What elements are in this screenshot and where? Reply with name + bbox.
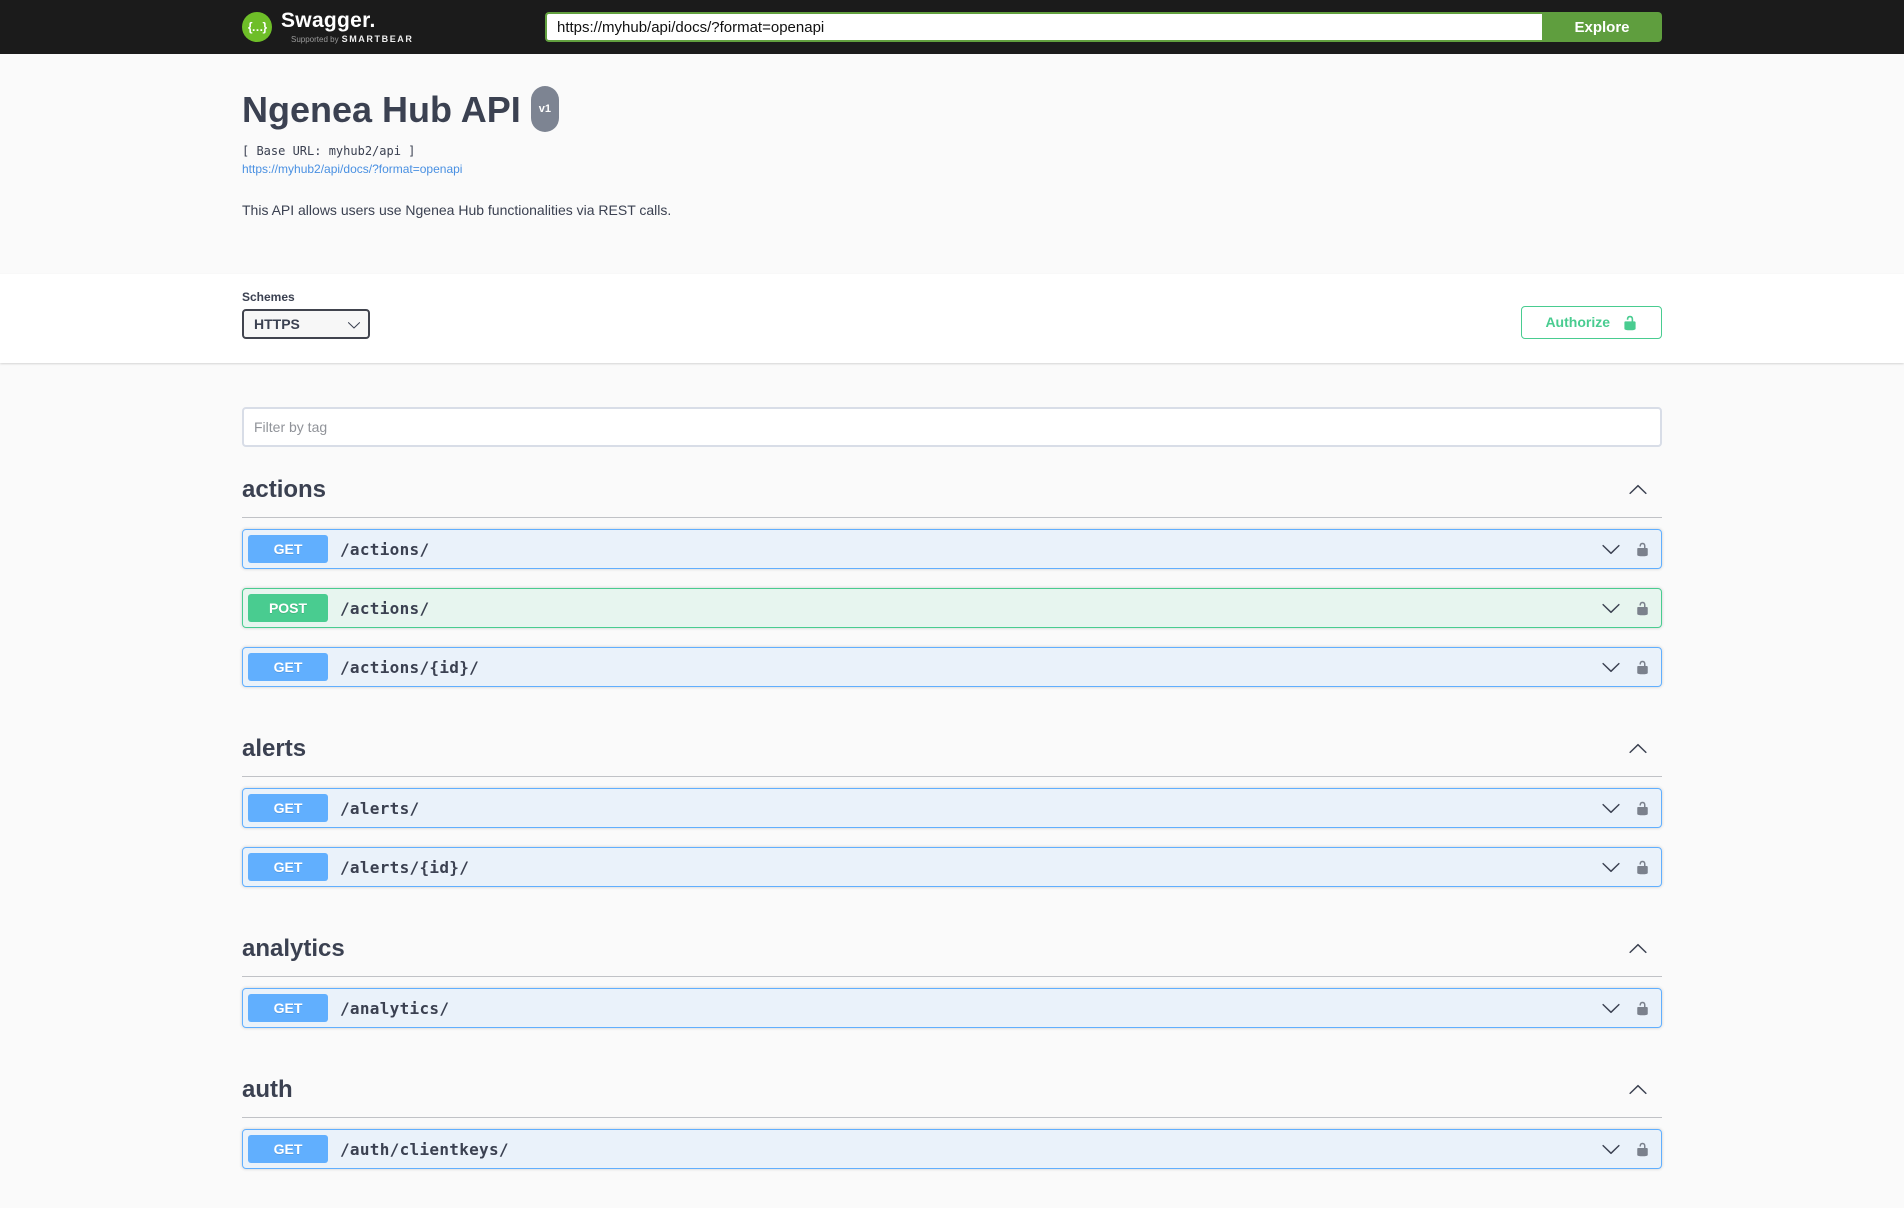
schemes-label: Schemes — [242, 290, 370, 304]
method-badge: GET — [248, 1135, 328, 1163]
chevron-down-icon[interactable] — [1601, 798, 1621, 818]
operation-list: GET /auth/clientkeys/ — [242, 1129, 1662, 1169]
chevron-up-icon[interactable] — [1628, 480, 1662, 500]
download-url-wrapper: Explore — [545, 12, 1662, 42]
version-badge: v1 — [531, 86, 559, 132]
operation-row[interactable]: GET /actions/{id}/ — [242, 647, 1662, 687]
method-badge: POST — [248, 594, 328, 622]
operation-summary[interactable]: GET /actions/ — [243, 530, 1661, 568]
lock-open-icon[interactable] — [1635, 1141, 1650, 1158]
operation-summary[interactable]: GET /analytics/ — [243, 989, 1661, 1027]
spec-link[interactable]: https://myhub2/api/docs/?format=openapi — [242, 162, 462, 176]
filter-input[interactable] — [242, 407, 1662, 447]
operation-row[interactable]: GET /analytics/ — [242, 988, 1662, 1028]
operation-path: /alerts/{id}/ — [340, 858, 469, 877]
operation-summary[interactable]: GET /alerts/ — [243, 789, 1661, 827]
operation-row[interactable]: POST /actions/ — [242, 588, 1662, 628]
tag-title: auth — [242, 1075, 293, 1105]
operation-summary[interactable]: POST /actions/ — [243, 589, 1661, 627]
chevron-down-icon[interactable] — [1601, 857, 1621, 877]
explore-button[interactable]: Explore — [1542, 12, 1662, 42]
brand-name: Swagger. — [281, 10, 414, 31]
operation-list: GET /analytics/ — [242, 988, 1662, 1028]
operation-row[interactable]: GET /auth/clientkeys/ — [242, 1129, 1662, 1169]
tag-section: actions GET /actions/ POST /actions/ — [242, 447, 1662, 687]
tag-title: actions — [242, 475, 326, 505]
chevron-up-icon[interactable] — [1628, 1080, 1662, 1100]
tag-header[interactable]: auth — [242, 1047, 1662, 1118]
chevron-up-icon[interactable] — [1628, 739, 1662, 759]
tag-header[interactable]: alerts — [242, 706, 1662, 777]
operation-list: GET /actions/ POST /actions/ — [242, 529, 1662, 687]
chevron-up-icon[interactable] — [1628, 939, 1662, 959]
unlock-icon — [1622, 315, 1638, 331]
method-badge: GET — [248, 794, 328, 822]
method-badge: GET — [248, 994, 328, 1022]
operation-summary[interactable]: GET /auth/clientkeys/ — [243, 1130, 1661, 1168]
topbar: {…} Swagger. Supported bySMARTBEAR Explo… — [0, 0, 1904, 54]
tagline-prefix: Supported by — [291, 35, 339, 44]
tag-section: auth GET /auth/clientkeys/ — [242, 1047, 1662, 1169]
operation-summary[interactable]: GET /actions/{id}/ — [243, 648, 1661, 686]
lock-open-icon[interactable] — [1635, 859, 1650, 876]
base-url: [ Base URL: myhub2/api ] — [242, 144, 1662, 158]
lock-open-icon[interactable] — [1635, 659, 1650, 676]
tagline-brand: SMARTBEAR — [342, 34, 414, 44]
chevron-down-icon[interactable] — [1601, 998, 1621, 1018]
tag-title: analytics — [242, 934, 345, 964]
operation-path: /analytics/ — [340, 999, 449, 1018]
chevron-down-icon[interactable] — [1601, 1139, 1621, 1159]
schemes-block: Schemes HTTPS — [242, 290, 370, 339]
chevron-down-icon[interactable] — [1601, 657, 1621, 677]
tag-title: alerts — [242, 734, 306, 764]
tag-header[interactable]: analytics — [242, 906, 1662, 977]
scheme-container: Schemes HTTPS Authorize — [0, 274, 1904, 363]
operation-summary[interactable]: GET /alerts/{id}/ — [243, 848, 1661, 886]
authorize-label: Authorize — [1545, 314, 1610, 331]
tag-header[interactable]: actions — [242, 447, 1662, 518]
api-title-text: Ngenea Hub API — [242, 89, 521, 130]
swagger-logo[interactable]: {…} Swagger. Supported bySMARTBEAR — [242, 10, 414, 44]
method-badge: GET — [248, 535, 328, 563]
operation-path: /actions/ — [340, 540, 429, 559]
lock-open-icon[interactable] — [1635, 1000, 1650, 1017]
operations-area: actions GET /actions/ POST /actions/ — [0, 363, 1904, 1208]
url-input[interactable] — [545, 12, 1542, 42]
chevron-down-icon[interactable] — [1601, 598, 1621, 618]
operation-path: /actions/ — [340, 599, 429, 618]
swagger-logo-icon: {…} — [242, 12, 272, 42]
authorize-button[interactable]: Authorize — [1521, 306, 1662, 339]
operation-row[interactable]: GET /actions/ — [242, 529, 1662, 569]
lock-open-icon[interactable] — [1635, 541, 1650, 558]
lock-open-icon[interactable] — [1635, 800, 1650, 817]
operation-path: /actions/{id}/ — [340, 658, 479, 677]
operation-list: GET /alerts/ GET /alerts/{id}/ — [242, 788, 1662, 887]
tag-section: analytics GET /analytics/ — [242, 906, 1662, 1028]
api-description: This API allows users use Ngenea Hub fun… — [242, 202, 1662, 218]
operation-row[interactable]: GET /alerts/ — [242, 788, 1662, 828]
operation-row[interactable]: GET /alerts/{id}/ — [242, 847, 1662, 887]
method-badge: GET — [248, 653, 328, 681]
tag-section: alerts GET /alerts/ GET /alerts/{id}/ — [242, 706, 1662, 887]
info-section: Ngenea Hub APIv1 [ Base URL: myhub2/api … — [0, 54, 1904, 274]
sections: actions GET /actions/ POST /actions/ — [242, 447, 1662, 1169]
operation-path: /auth/clientkeys/ — [340, 1140, 509, 1159]
page-title: Ngenea Hub APIv1 — [242, 90, 1662, 136]
method-badge: GET — [248, 853, 328, 881]
chevron-down-icon[interactable] — [1601, 539, 1621, 559]
scheme-select[interactable]: HTTPS — [242, 309, 370, 339]
brand-tagline: Supported bySMARTBEAR — [281, 34, 414, 44]
lock-open-icon[interactable] — [1635, 600, 1650, 617]
operation-path: /alerts/ — [340, 799, 419, 818]
